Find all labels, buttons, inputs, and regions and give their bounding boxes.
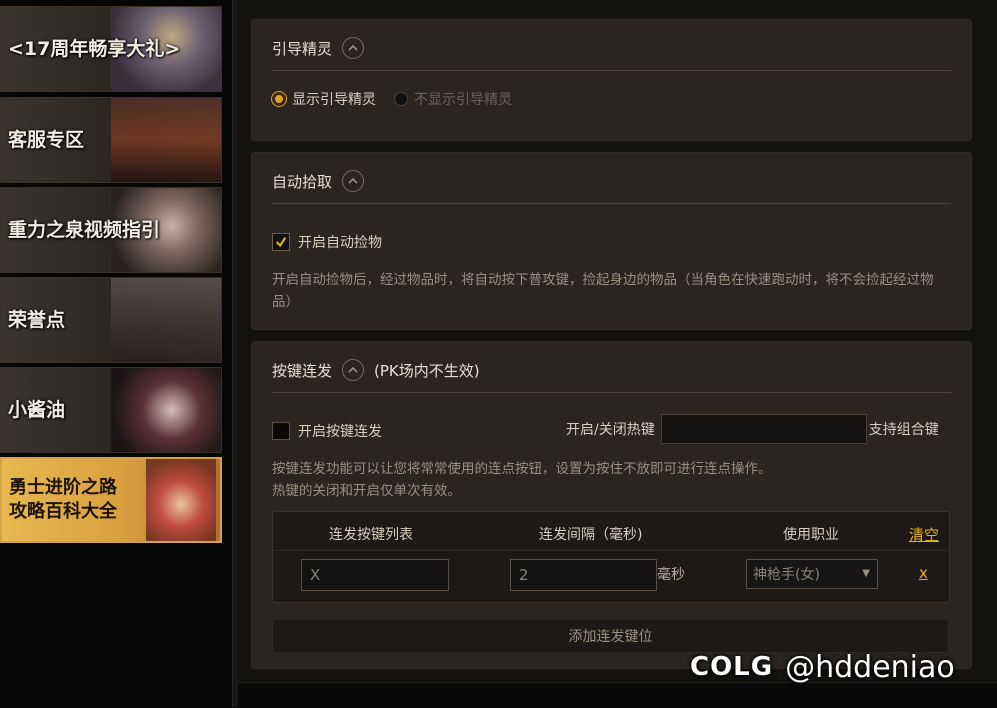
radio-show-guide[interactable]: 显示引导精灵 (272, 89, 376, 109)
banner-gravity-spring-video[interactable]: 重力之泉视频指引 (0, 187, 222, 273)
autofire-description: 按键连发功能可以让您将常常使用的连点按钮，设置为按住不放即可进行连点操作。 热键… (272, 458, 950, 502)
banner-label: 小酱油 (8, 399, 66, 421)
guide-section: 引导精灵 显示引导精灵 不显示引导精灵 (251, 19, 972, 141)
hotkey-input[interactable] (660, 414, 867, 444)
checkbox-label: 开启自动捡物 (298, 235, 382, 251)
section-title: 自动拾取 (272, 172, 333, 191)
settings-panel: 引导精灵 显示引导精灵 不显示引导精灵 自动拾取 开启自动捡物 开启自动捡物后，… (238, 0, 997, 708)
autofire-section: 按键连发 (PK场内不生效) 开启按键连发 开启/关闭热键 支持组合键 按键连发… (251, 341, 972, 669)
banner-honor-points[interactable]: 荣誉点 (0, 277, 222, 363)
banner-label: <17周年畅享大礼> (8, 38, 181, 60)
autopickup-description: 开启自动捡物后，经过物品时，将自动按下普攻键，捡起身边的物品（当角色在快速跑动时… (272, 272, 934, 310)
autofire-table: 连发按键列表 连发间隔（毫秒) 使用职业 清空 X 2 毫秒 神枪手(女) ▼ … (272, 511, 950, 603)
section-title: 引导精灵 (272, 39, 333, 58)
banner-label-line1: 勇士进阶之路 (9, 477, 117, 498)
column-header: 连发按键列表 (329, 527, 413, 543)
section-title: 按键连发 (272, 361, 333, 380)
collapse-button[interactable] (342, 170, 365, 192)
dropdown-caret-icon: ▼ (862, 568, 870, 579)
column-header: 连发间隔（毫秒) (539, 527, 643, 543)
autofire-section-header: 按键连发 (PK场内不生效) (272, 355, 480, 385)
chevron-up-icon (348, 177, 358, 184)
section-divider (272, 203, 951, 204)
clear-button[interactable]: 清空 (909, 524, 939, 545)
collapse-button[interactable] (342, 37, 365, 59)
hotkey-hint: 支持组合键 (868, 422, 939, 438)
chevron-up-icon (348, 366, 358, 373)
key-input[interactable]: X (301, 559, 449, 591)
watermark: COLG @hddeniao (690, 647, 955, 687)
chevron-up-icon (348, 44, 358, 51)
banner-17th-anniversary[interactable]: <17周年畅享大礼> (0, 6, 222, 92)
interval-unit: 毫秒 (657, 567, 685, 583)
hotkey-label: 开启/关闭热键 (566, 422, 655, 438)
autofire-checkbox[interactable]: 开启按键连发 (272, 421, 382, 441)
job-select[interactable]: 神枪手(女) ▼ (746, 559, 878, 589)
autopickup-checkbox[interactable]: 开启自动捡物 (272, 232, 382, 252)
banner-label-line2: 攻略百科大全 (9, 501, 117, 522)
promo-sidebar: <17周年畅享大礼> 客服专区 重力之泉视频指引 荣誉点 小酱油 勇士进阶之路 … (0, 0, 232, 707)
interval-input[interactable]: 2 (510, 559, 657, 591)
checkbox-unchecked-icon (272, 422, 290, 440)
table-divider (273, 550, 949, 551)
pk-note: (PK场内不生效) (374, 361, 480, 380)
autopickup-section: 自动拾取 开启自动捡物 开启自动捡物后，经过物品时，将自动按下普攻键，捡起身边的… (251, 152, 972, 330)
banner-xiaojiangyou[interactable]: 小酱油 (0, 367, 222, 453)
banner-label: 客服专区 (8, 129, 85, 151)
description-line: 按键连发功能可以让您将常常使用的连点按钮，设置为按住不放即可进行连点操作。 (272, 461, 772, 477)
radio-unselected-icon (394, 92, 408, 106)
colg-logo: COLG (690, 652, 774, 682)
delete-row-button[interactable]: x (919, 564, 928, 582)
column-header: 使用职业 (783, 527, 839, 543)
guide-radio-group: 显示引导精灵 不显示引导精灵 (272, 89, 530, 109)
banner-warrior-guide[interactable]: 勇士进阶之路 攻略百科大全 (0, 457, 222, 543)
description-line: 热键的关闭和开启仅单次有效。 (272, 483, 461, 499)
section-divider (272, 70, 951, 71)
job-select-value: 神枪手(女) (753, 567, 820, 583)
banner-label: 荣誉点 (8, 309, 66, 331)
banner-art (111, 98, 221, 182)
hotkey-setting: 开启/关闭热键 支持组合键 (566, 414, 939, 444)
banner-art (146, 459, 216, 541)
section-divider (272, 392, 951, 393)
banner-art (111, 278, 221, 362)
radio-selected-icon (272, 92, 286, 106)
banner-customer-service[interactable]: 客服专区 (0, 97, 222, 183)
banner-label: 勇士进阶之路 攻略百科大全 (9, 459, 117, 541)
checkbox-checked-icon (272, 233, 290, 251)
banner-label: 重力之泉视频指引 (8, 219, 161, 241)
banner-art (111, 368, 221, 452)
collapse-button[interactable] (342, 359, 365, 381)
radio-label: 显示引导精灵 (292, 92, 376, 108)
watermark-handle: @hddeniao (785, 649, 955, 685)
radio-hide-guide[interactable]: 不显示引导精灵 (394, 89, 512, 109)
checkbox-label: 开启按键连发 (298, 424, 382, 440)
autopickup-section-header: 自动拾取 (272, 166, 365, 196)
radio-label: 不显示引导精灵 (414, 92, 512, 108)
guide-section-header: 引导精灵 (272, 33, 365, 63)
